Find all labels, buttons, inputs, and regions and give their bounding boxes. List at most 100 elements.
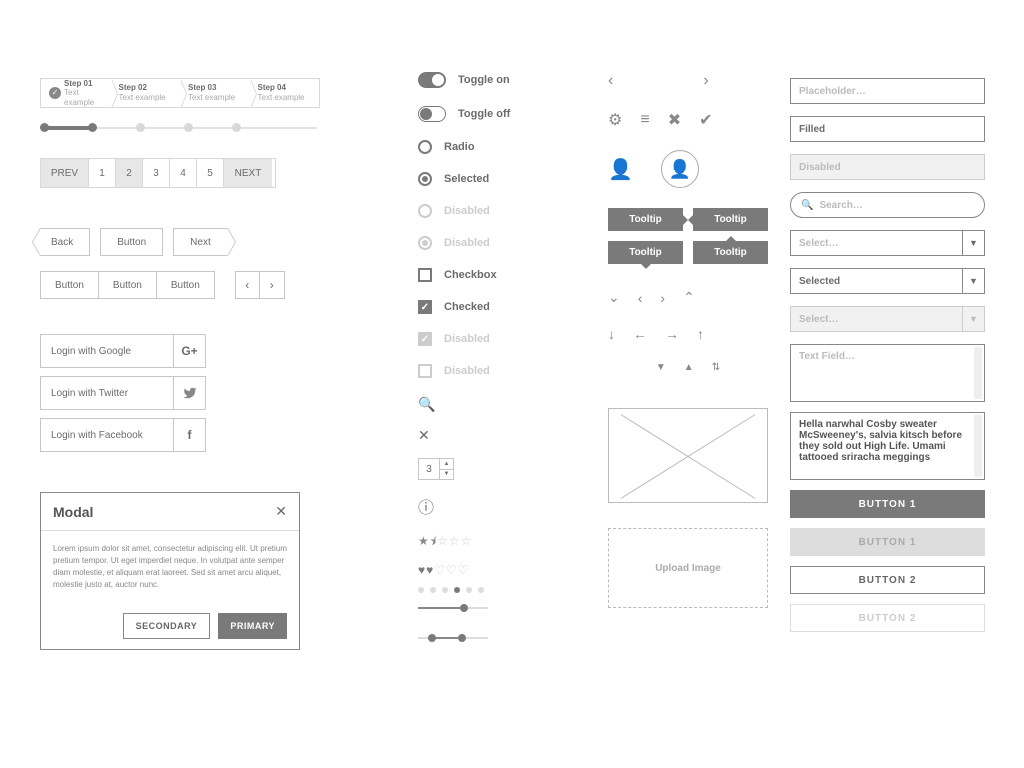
chevron-down-icon: ▼ bbox=[962, 269, 984, 293]
grouped-button[interactable]: Button bbox=[157, 272, 214, 298]
stepper[interactable]: ✓Step 01Text example Step 02Text example… bbox=[40, 78, 320, 108]
star-rating[interactable]: ★⯨☆☆☆ bbox=[418, 532, 578, 553]
chevron-right-icon[interactable]: › bbox=[260, 272, 284, 298]
stepper-down-icon[interactable]: ▼ bbox=[440, 470, 453, 480]
radio-selected[interactable] bbox=[418, 172, 432, 186]
stepper-up-icon[interactable]: ▲ bbox=[440, 459, 453, 470]
chevron-down-icon: ▼ bbox=[962, 231, 984, 255]
grouped-button[interactable]: Button bbox=[41, 272, 99, 298]
select-selected[interactable]: Selected▼ bbox=[790, 268, 985, 294]
text-input-disabled: Disabled bbox=[790, 154, 985, 180]
avatar[interactable]: 👤 bbox=[661, 150, 699, 188]
checkbox-label: Disabled bbox=[444, 333, 490, 345]
slider-handle[interactable] bbox=[458, 634, 466, 642]
radio-label: Disabled bbox=[444, 205, 490, 217]
arrow-right-icon[interactable]: → bbox=[665, 326, 679, 342]
gear-icon[interactable]: ⚙ bbox=[608, 110, 622, 130]
toggle-on[interactable] bbox=[418, 72, 446, 88]
progress-dot[interactable] bbox=[88, 123, 97, 132]
textarea-filled[interactable]: Hella narwhal Cosby sweater McSweeney's,… bbox=[790, 412, 985, 480]
page-3[interactable]: 3 bbox=[143, 159, 170, 187]
caret-down-icon[interactable]: ▼ bbox=[656, 362, 666, 373]
checkbox-disabled-checked: ✓ bbox=[418, 332, 432, 346]
arrow-left-icon[interactable]: ← bbox=[633, 326, 647, 342]
chevron-left-icon[interactable]: ‹ bbox=[236, 272, 260, 298]
textarea-placeholder[interactable]: Text Field… bbox=[790, 344, 985, 402]
upload-area[interactable]: Upload Image bbox=[608, 528, 768, 608]
heart-rating[interactable]: ♥♥♡♡♡ bbox=[418, 563, 578, 577]
primary-button[interactable]: PRIMARY bbox=[218, 613, 287, 639]
checkbox-checked[interactable]: ✓ bbox=[418, 300, 432, 314]
range-slider[interactable] bbox=[418, 633, 488, 643]
login-google-button[interactable]: Login with GoogleG+ bbox=[40, 334, 206, 368]
button[interactable]: Button bbox=[100, 228, 163, 256]
checkbox[interactable] bbox=[418, 268, 432, 282]
slider-handle[interactable] bbox=[428, 634, 436, 642]
secondary-button[interactable]: SECONDARY bbox=[123, 613, 211, 639]
login-facebook-button[interactable]: Login with Facebookf bbox=[40, 418, 206, 452]
progress-dot[interactable] bbox=[184, 123, 193, 132]
progress-dot[interactable] bbox=[40, 123, 49, 132]
text-input-filled[interactable]: Filled bbox=[790, 116, 985, 142]
text-input-placeholder[interactable]: Placeholder… bbox=[790, 78, 985, 104]
login-twitter-button[interactable]: Login with Twitter bbox=[40, 376, 206, 410]
tooltip-right: Tooltip bbox=[608, 208, 683, 231]
slider[interactable] bbox=[418, 603, 488, 613]
pagination[interactable]: PREV 1 2 3 4 5 NEXT bbox=[40, 158, 276, 188]
search-input[interactable]: 🔍Search… bbox=[790, 192, 985, 218]
close-icon[interactable]: ✕ bbox=[418, 427, 578, 444]
scrollbar[interactable] bbox=[974, 347, 982, 399]
progress-dots[interactable] bbox=[40, 123, 320, 133]
step-4[interactable]: Step 04Text example bbox=[250, 79, 320, 107]
arrow-down-icon[interactable]: ↓ bbox=[608, 326, 615, 342]
button-primary[interactable]: BUTTON 1 bbox=[790, 490, 985, 518]
button-group[interactable]: Button Button Button bbox=[40, 271, 215, 299]
step-1[interactable]: ✓Step 01Text example bbox=[41, 79, 111, 107]
back-button[interactable]: Back bbox=[40, 228, 90, 256]
button-secondary[interactable]: BUTTON 2 bbox=[790, 566, 985, 594]
select-placeholder[interactable]: Select…▼ bbox=[790, 230, 985, 256]
close-icon[interactable]: ✖ bbox=[668, 110, 681, 130]
slider-handle[interactable] bbox=[460, 604, 468, 612]
step-3[interactable]: Step 03Text example bbox=[180, 79, 250, 107]
grouped-button[interactable]: Button bbox=[99, 272, 157, 298]
radio-disabled-selected bbox=[418, 236, 432, 250]
step-2[interactable]: Step 02Text example bbox=[111, 79, 181, 107]
menu-icon[interactable]: ≡ bbox=[640, 111, 649, 129]
page-1[interactable]: 1 bbox=[89, 159, 116, 187]
checkbox-label: Checked bbox=[444, 301, 490, 313]
chevron-left-icon[interactable]: ‹ bbox=[638, 290, 643, 306]
toggle-off[interactable] bbox=[418, 106, 446, 122]
progress-dot[interactable] bbox=[232, 123, 241, 132]
number-stepper[interactable]: 3 ▲▼ bbox=[418, 458, 454, 480]
scrollbar[interactable] bbox=[974, 415, 982, 477]
chevron-down-icon[interactable]: ⌄ bbox=[608, 289, 620, 306]
close-icon[interactable]: ✕ bbox=[275, 503, 287, 520]
search-icon[interactable]: 🔍 bbox=[418, 396, 578, 413]
arrow-up-icon[interactable]: ↑ bbox=[697, 326, 704, 342]
prev-button[interactable]: PREV bbox=[41, 159, 89, 187]
check-icon[interactable]: ✔ bbox=[699, 110, 712, 130]
modal-title: Modal bbox=[53, 504, 93, 520]
next-button[interactable]: NEXT bbox=[224, 159, 272, 187]
help-icon[interactable]: ⓘ bbox=[418, 494, 578, 518]
progress-dot[interactable] bbox=[136, 123, 145, 132]
carousel-dots[interactable] bbox=[418, 587, 578, 593]
page-5[interactable]: 5 bbox=[197, 159, 224, 187]
arrow-button-group[interactable]: ‹ › bbox=[235, 271, 285, 299]
caret-up-icon[interactable]: ▲ bbox=[684, 362, 694, 373]
page-4[interactable]: 4 bbox=[170, 159, 197, 187]
select-disabled: Select…▼ bbox=[790, 306, 985, 332]
chevron-left-icon[interactable]: ‹ bbox=[608, 72, 613, 90]
page-2[interactable]: 2 bbox=[116, 159, 143, 187]
sort-icon[interactable]: ⇅ bbox=[712, 362, 720, 373]
next-button[interactable]: Next bbox=[173, 228, 228, 256]
chevron-down-icon: ▼ bbox=[962, 307, 984, 331]
toggle-label: Toggle off bbox=[458, 108, 510, 120]
chevron-right-icon[interactable]: › bbox=[660, 290, 665, 306]
user-icon[interactable]: 👤 bbox=[608, 157, 633, 182]
radio[interactable] bbox=[418, 140, 432, 154]
chevron-right-icon[interactable]: › bbox=[703, 72, 708, 90]
chevron-up-icon[interactable]: ⌃ bbox=[683, 289, 695, 306]
radio-disabled bbox=[418, 204, 432, 218]
